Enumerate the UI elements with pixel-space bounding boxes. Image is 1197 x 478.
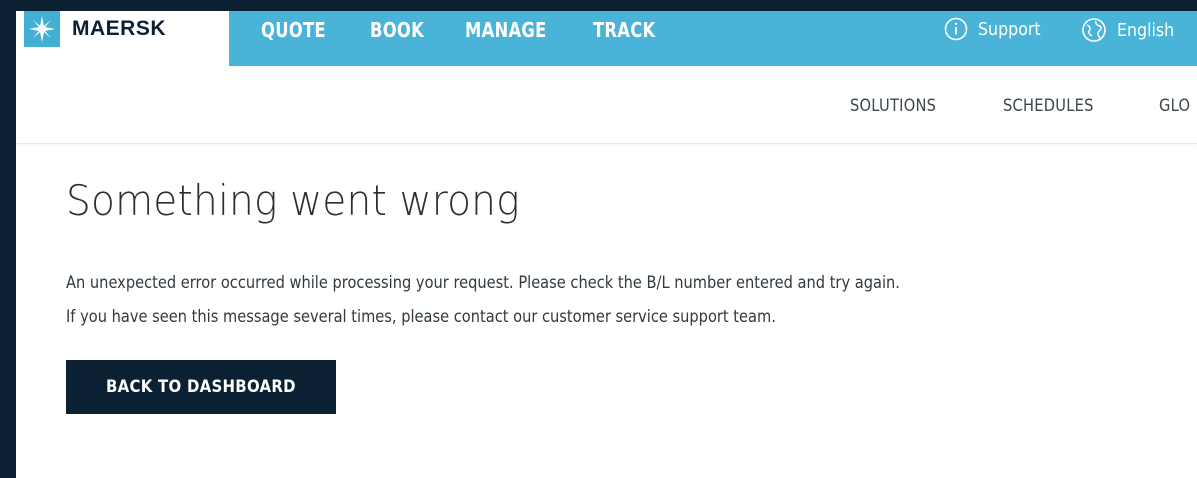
support-link[interactable]: Support (944, 17, 1049, 41)
language-label: English (1117, 19, 1175, 41)
nav-book[interactable]: BOOK (370, 18, 424, 42)
nav-manage[interactable]: MANAGE (465, 18, 547, 42)
secondary-nav: SOLUTIONS SCHEDULES GLO (16, 66, 1197, 144)
star-logo-icon (24, 11, 60, 47)
subnav-schedules[interactable]: SCHEDULES (1003, 96, 1094, 116)
subnav-solutions[interactable]: SOLUTIONS (850, 96, 936, 116)
nav-track[interactable]: TRACK (593, 18, 655, 42)
subnav-global[interactable]: GLO (1159, 96, 1190, 116)
error-message-line-1: An unexpected error occurred while proce… (66, 273, 900, 293)
info-icon (944, 17, 968, 41)
top-bar: MAERSK QUOTE BOOK MANAGE TRACK Support E… (16, 11, 1197, 66)
logo[interactable]: MAERSK (16, 11, 229, 66)
globe-icon (1082, 18, 1106, 42)
window-frame (0, 0, 1197, 11)
support-label: Support (978, 18, 1041, 40)
language-selector[interactable]: English (1081, 17, 1182, 43)
nav-quote[interactable]: QUOTE (261, 18, 326, 42)
brand-name: MAERSK (72, 17, 167, 40)
back-to-dashboard-label: BACK TO DASHBOARD (106, 377, 296, 397)
back-to-dashboard-button[interactable]: BACK TO DASHBOARD (66, 360, 336, 414)
main-nav: QUOTE BOOK MANAGE TRACK Support English (229, 11, 1197, 66)
page: MAERSK QUOTE BOOK MANAGE TRACK Support E… (16, 11, 1197, 478)
error-title: Something went wrong (66, 176, 520, 225)
error-message-line-2: If you have seen this message several ti… (66, 307, 776, 327)
